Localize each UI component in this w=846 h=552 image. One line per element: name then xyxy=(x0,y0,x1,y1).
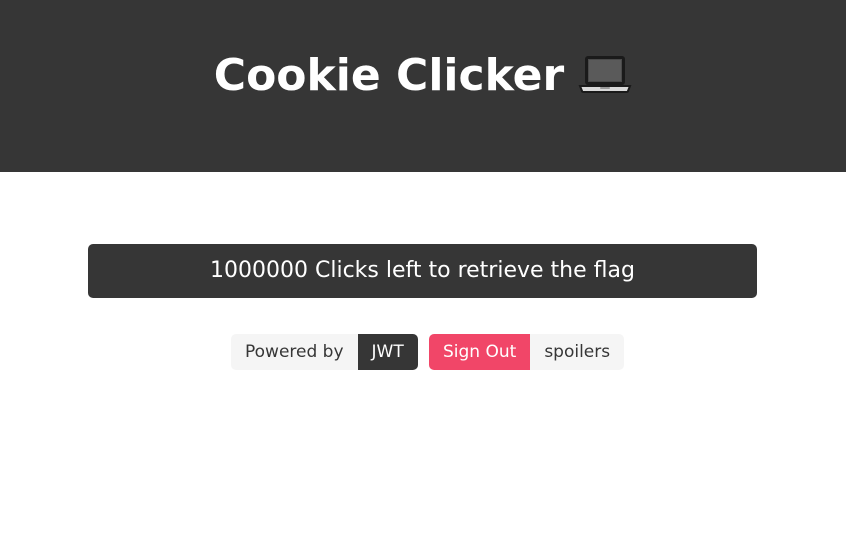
powered-by-label: Powered by xyxy=(231,334,358,370)
sign-out-button[interactable]: Sign Out xyxy=(429,334,531,370)
spoilers-tag: spoilers xyxy=(530,334,625,370)
account-tags: Sign Out spoilers xyxy=(429,334,625,370)
powered-by-value: JWT xyxy=(357,334,418,370)
hero-header: Cookie Clicker xyxy=(0,0,846,172)
laptop-icon xyxy=(578,48,632,112)
click-cookie-button[interactable]: 1000000 Clicks left to retrieve the flag xyxy=(88,244,757,298)
powered-by-tags: Powered by JWT xyxy=(231,334,418,370)
page-title-text: Cookie Clicker xyxy=(213,50,565,101)
page-title: Cookie Clicker xyxy=(0,44,846,112)
